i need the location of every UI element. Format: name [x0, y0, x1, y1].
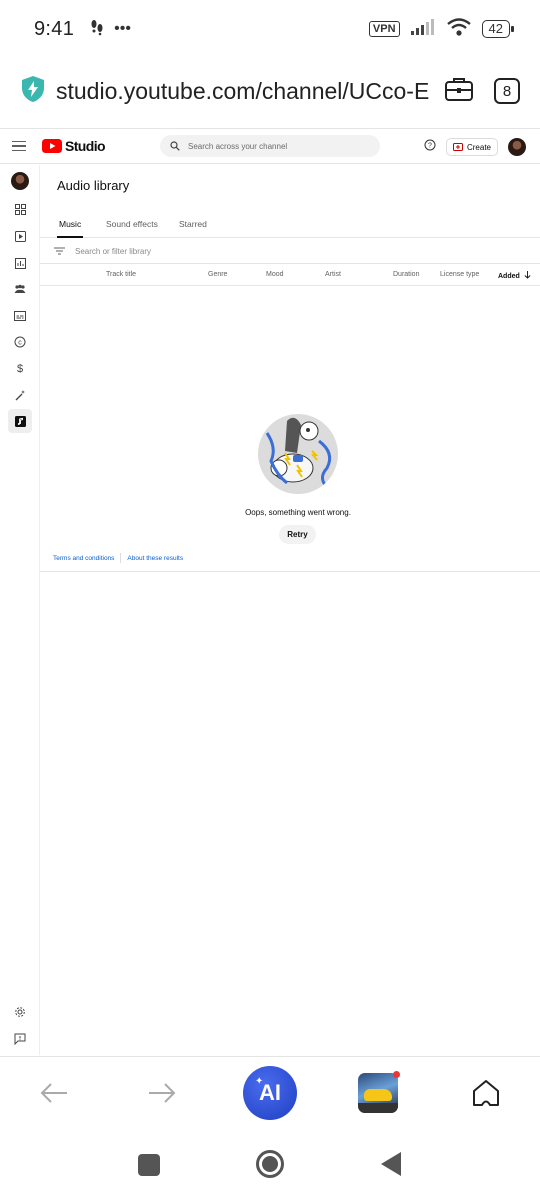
sidebar-item-audio-library[interactable]: [8, 409, 32, 433]
magic-wand-icon: [15, 390, 25, 401]
add-video-icon: [452, 143, 463, 151]
vpn-badge: VPN: [368, 21, 400, 37]
address-bar[interactable]: studio.youtube.com/channel/UCco-E 8: [0, 58, 540, 124]
search-placeholder: Search across your channel: [188, 141, 288, 151]
column-track-title[interactable]: Track title: [106, 271, 136, 278]
sidebar-item-feedback[interactable]: [8, 1027, 32, 1051]
sidebar-item-subtitles[interactable]: [8, 304, 32, 328]
battery-indicator: 42: [481, 20, 515, 38]
filter-bar[interactable]: Search or filter library: [40, 239, 540, 264]
shield-icon[interactable]: [20, 75, 46, 108]
studio-header: Studio Search across your channel ? Crea…: [0, 128, 540, 164]
page-title: Audio library: [57, 178, 130, 193]
tab-starred[interactable]: Starred: [179, 219, 207, 229]
audio-library-icon: [14, 415, 26, 427]
status-bar: 9:41 ••• VPN 42: [0, 0, 540, 58]
sparkle-icon: ✦: [255, 1076, 264, 1087]
sidebar-item-content[interactable]: [8, 224, 32, 248]
youtube-play-icon: [42, 139, 62, 153]
sidebar-item-copyright[interactable]: c: [8, 330, 32, 354]
help-icon[interactable]: ?: [424, 138, 436, 156]
column-artist[interactable]: Artist: [325, 271, 341, 278]
column-added[interactable]: Added: [498, 271, 531, 280]
copyright-icon: c: [14, 336, 26, 348]
column-license-type[interactable]: License type: [440, 271, 479, 278]
error-illustration: [258, 414, 338, 494]
settings-icon: [15, 1007, 25, 1017]
search-icon: [170, 141, 180, 151]
wifi-icon: [446, 17, 472, 42]
browser-toolbar: ✦ AI: [0, 1056, 540, 1128]
terms-link[interactable]: Terms and conditions: [53, 555, 114, 562]
feedback-icon: [14, 1033, 26, 1045]
menu-icon[interactable]: [12, 141, 26, 151]
tab-sound-effects[interactable]: Sound effects: [106, 219, 158, 229]
arrow-left-icon: [40, 1083, 67, 1103]
column-mood[interactable]: Mood: [266, 271, 284, 278]
earn-icon: $: [17, 363, 23, 374]
dashboard-icon: [14, 203, 26, 215]
svg-text:c: c: [18, 339, 22, 346]
clock: 9:41: [34, 17, 75, 40]
briefcase-icon[interactable]: [444, 76, 474, 107]
back-button[interactable]: [26, 1065, 82, 1121]
search-input[interactable]: Search across your channel: [160, 135, 380, 157]
ai-assistant-button[interactable]: ✦ AI: [242, 1065, 298, 1121]
filter-input[interactable]: Search or filter library: [75, 247, 151, 256]
forward-button[interactable]: [134, 1065, 190, 1121]
url-text[interactable]: studio.youtube.com/channel/UCco-E: [56, 78, 436, 105]
community-icon: [14, 284, 26, 293]
tab-count-button[interactable]: 8: [494, 78, 520, 104]
divider: [40, 571, 540, 572]
active-tab-indicator: [57, 236, 83, 238]
tab-bar: Music Sound effects Starred: [40, 210, 540, 238]
sidebar-item-dashboard[interactable]: [8, 197, 32, 221]
footprints-icon: [88, 18, 106, 41]
home-icon: [473, 1080, 499, 1106]
footer-links: Terms and conditions About these results: [53, 553, 183, 563]
sidebar-item-analytics[interactable]: [8, 251, 32, 275]
sidebar-item-channel[interactable]: [8, 169, 32, 193]
create-button[interactable]: Create: [445, 138, 498, 156]
svg-text:?: ?: [428, 143, 432, 150]
content-icon: [14, 230, 26, 242]
sidebar: c $: [0, 165, 40, 1055]
analytics-icon: [14, 257, 26, 269]
column-duration[interactable]: Duration: [393, 271, 419, 278]
filter-icon: [54, 247, 65, 255]
account-avatar[interactable]: [508, 138, 526, 156]
game-app-button[interactable]: [350, 1065, 406, 1121]
sidebar-item-settings[interactable]: [8, 1000, 32, 1024]
studio-logo[interactable]: Studio: [42, 138, 106, 154]
recents-button[interactable]: [138, 1154, 160, 1176]
sidebar-item-earn[interactable]: $: [8, 356, 32, 380]
channel-avatar: [11, 172, 29, 190]
signal-icon: [410, 18, 436, 41]
subtitles-icon: [14, 311, 26, 321]
retry-button[interactable]: Retry: [279, 525, 316, 544]
about-results-link[interactable]: About these results: [127, 555, 183, 562]
arrow-right-icon: [149, 1083, 176, 1103]
sort-down-icon: [524, 271, 531, 279]
table-header: Track title Genre Mood Artist Duration L…: [40, 264, 540, 286]
divider: [120, 553, 122, 563]
tab-music[interactable]: Music: [59, 219, 81, 229]
sidebar-item-community[interactable]: [8, 277, 32, 301]
system-home-button[interactable]: [256, 1150, 284, 1178]
system-back-button[interactable]: [381, 1152, 401, 1176]
system-navigation: [0, 1128, 540, 1200]
racing-game-icon: [358, 1073, 398, 1113]
error-message: Oops, something went wrong.: [245, 508, 351, 517]
sidebar-item-customization[interactable]: [8, 383, 32, 407]
more-dots-icon: •••: [114, 20, 131, 37]
svg-text:$: $: [17, 363, 23, 374]
column-genre[interactable]: Genre: [208, 271, 227, 278]
home-button[interactable]: [458, 1065, 514, 1121]
notification-dot: [393, 1071, 400, 1078]
